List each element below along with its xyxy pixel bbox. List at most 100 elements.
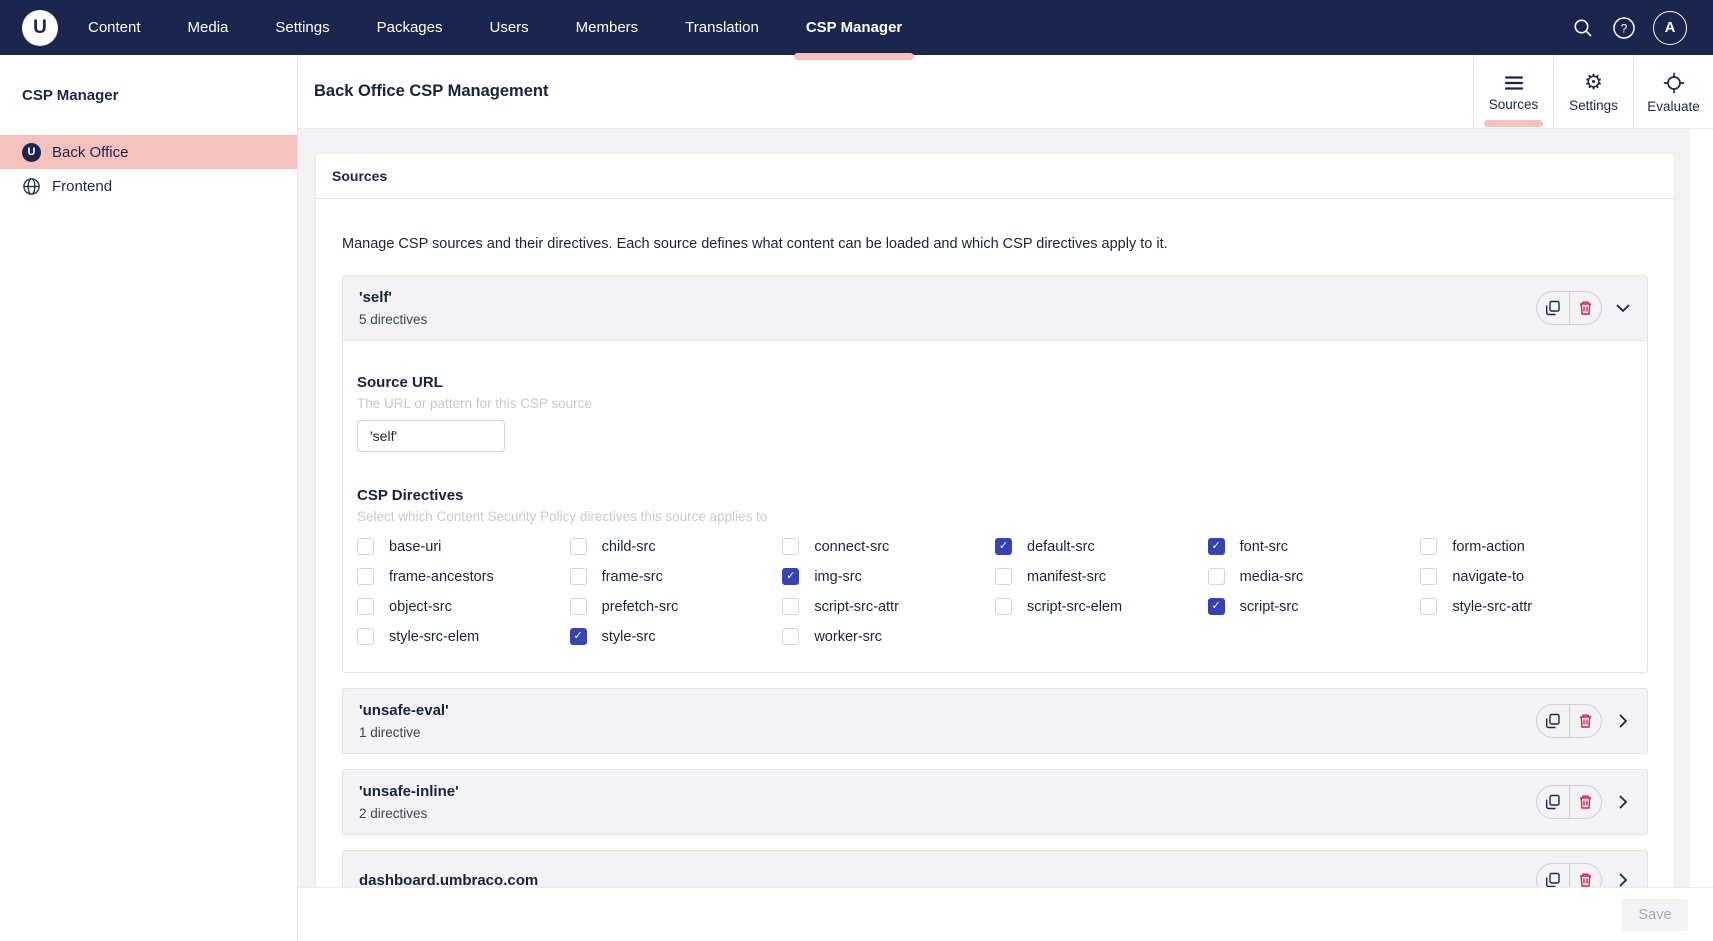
delete-source-button[interactable] <box>1569 786 1601 818</box>
card-action-group <box>1536 291 1602 325</box>
directive-label: connect-src <box>814 538 890 555</box>
directive-label: script-src-elem <box>1027 598 1123 615</box>
delete-source-button[interactable] <box>1569 864 1601 887</box>
globe-icon <box>22 177 41 196</box>
sidebar-list: U Back Office Frontend <box>0 135 297 203</box>
umbraco-logo-icon: U <box>22 142 41 162</box>
app-window: U Content Media Settings Packages Users … <box>0 0 1713 941</box>
csp-directives-label: CSP Directives <box>357 487 464 504</box>
nav-item-media[interactable]: Media <box>188 0 229 55</box>
checkbox-unchecked-icon[interactable] <box>1420 568 1438 585</box>
checkbox-checked-icon[interactable]: ✓ <box>569 628 587 645</box>
directive-option-style-src: ✓ style-src <box>569 627 783 646</box>
list-icon <box>1503 74 1525 92</box>
sidebar-item-back-office[interactable]: U Back Office <box>0 135 297 169</box>
trash-icon <box>1578 300 1593 316</box>
copy-source-button[interactable] <box>1537 864 1569 887</box>
svg-text:?: ? <box>1621 21 1628 35</box>
user-avatar[interactable]: A <box>1653 10 1687 45</box>
directive-label: script-src <box>1239 598 1299 615</box>
directive-option-connect-src: connect-src <box>782 537 995 556</box>
checkbox-checked-icon[interactable]: ✓ <box>782 568 800 585</box>
checkbox-unchecked-icon[interactable] <box>782 598 800 615</box>
nav-item-content[interactable]: Content <box>88 0 141 55</box>
source-card-header[interactable]: 'self' 5 directives <box>343 276 1647 340</box>
checkbox-unchecked-icon[interactable] <box>1420 598 1438 615</box>
card-action-group <box>1536 785 1602 819</box>
chevron-right-icon[interactable] <box>1615 713 1631 729</box>
nav-item-translation[interactable]: Translation <box>685 0 759 55</box>
checkbox-unchecked-icon[interactable] <box>357 628 374 645</box>
delete-source-button[interactable] <box>1569 705 1601 737</box>
sidebar-item-frontend[interactable]: Frontend <box>0 169 297 203</box>
source-card-header[interactable]: 'unsafe-inline' 2 directives <box>343 770 1647 834</box>
source-card-body: Source URL The URL or pattern for this C… <box>343 340 1647 672</box>
checkbox-checked-icon[interactable]: ✓ <box>995 538 1012 555</box>
source-card-unsafe-eval: 'unsafe-eval' 1 directive <box>342 688 1648 754</box>
chevron-down-icon[interactable] <box>1615 300 1631 316</box>
source-directive-count: 5 directives <box>359 312 428 327</box>
gear-icon: ⚙ <box>1584 71 1603 94</box>
directive-label: style-src-elem <box>389 628 480 645</box>
source-card-header[interactable]: 'unsafe-eval' 1 directive <box>343 689 1647 753</box>
save-button[interactable]: Save <box>1622 899 1688 931</box>
directive-label: object-src <box>389 598 452 615</box>
chevron-right-icon[interactable] <box>1615 794 1631 810</box>
nav-item-packages[interactable]: Packages <box>377 0 443 55</box>
tab-evaluate[interactable]: Evaluate <box>1633 55 1713 129</box>
source-name: 'unsafe-inline' <box>359 783 459 800</box>
copy-icon <box>1545 713 1561 729</box>
checkbox-unchecked-icon[interactable] <box>995 568 1012 585</box>
umbraco-logo-icon[interactable]: U <box>22 9 58 46</box>
source-card-dashboard-umbraco-com: dashboard.umbraco.com <box>342 850 1648 887</box>
checkbox-unchecked-icon[interactable] <box>1207 568 1225 585</box>
nav-item-csp-manager[interactable]: CSP Manager <box>793 0 915 60</box>
directive-label: child-src <box>601 538 656 555</box>
source-card-unsafe-inline: 'unsafe-inline' 2 directives <box>342 769 1648 835</box>
copy-icon <box>1545 794 1561 810</box>
checkbox-checked-icon[interactable]: ✓ <box>1207 598 1225 615</box>
source-card-header[interactable]: dashboard.umbraco.com <box>343 851 1647 887</box>
checkbox-unchecked-icon[interactable] <box>1420 538 1438 555</box>
chevron-right-icon[interactable] <box>1615 872 1631 887</box>
search-icon[interactable] <box>1571 16 1595 40</box>
csp-directives-hint: Select which Content Security Policy dir… <box>357 509 768 524</box>
directive-option-frame-src: frame-src <box>569 567 783 586</box>
checkbox-checked-icon[interactable]: ✓ <box>1207 538 1225 555</box>
checkbox-unchecked-icon[interactable] <box>357 568 374 585</box>
directive-label: media-src <box>1239 568 1304 585</box>
directive-label: worker-src <box>814 628 882 645</box>
content-scroll-area[interactable]: Sources Manage CSP sources and their dir… <box>298 129 1690 887</box>
directive-label: navigate-to <box>1452 568 1525 585</box>
checkbox-unchecked-icon[interactable] <box>569 568 587 585</box>
help-icon[interactable]: ? <box>1612 16 1636 40</box>
directives-grid: base-uri child-src connect-src ✓ default-src… <box>357 537 1633 646</box>
directive-option-script-src-attr: script-src-attr <box>782 597 995 616</box>
sources-description: Manage CSP sources and their directives.… <box>342 236 1168 252</box>
directive-label: style-src-attr <box>1452 598 1533 615</box>
checkbox-unchecked-icon[interactable] <box>569 538 587 555</box>
checkbox-unchecked-icon[interactable] <box>569 598 587 615</box>
target-icon <box>1663 72 1685 94</box>
nav-item-settings[interactable]: Settings <box>275 0 329 55</box>
checkbox-unchecked-icon[interactable] <box>995 598 1012 615</box>
directive-option-navigate-to: navigate-to <box>1420 567 1633 586</box>
tab-sources[interactable]: Sources <box>1473 55 1553 129</box>
tab-settings[interactable]: ⚙ Settings <box>1553 55 1633 129</box>
source-url-hint: The URL or pattern for this CSP source <box>357 396 592 411</box>
source-url-input[interactable] <box>357 420 505 452</box>
delete-source-button[interactable] <box>1569 292 1601 324</box>
source-url-label: Source URL <box>357 374 443 391</box>
nav-item-users[interactable]: Users <box>489 0 528 55</box>
directive-option-manifest-src: manifest-src <box>995 567 1208 586</box>
checkbox-unchecked-icon[interactable] <box>357 538 374 555</box>
checkbox-unchecked-icon[interactable] <box>782 538 800 555</box>
nav-item-members[interactable]: Members <box>576 0 639 55</box>
top-nav-menu: Content Media Settings Packages Users Me… <box>88 0 915 60</box>
sidebar-item-label: Back Office <box>52 143 129 161</box>
checkbox-unchecked-icon[interactable] <box>357 598 374 615</box>
copy-source-button[interactable] <box>1537 292 1569 324</box>
checkbox-unchecked-icon[interactable] <box>782 628 800 645</box>
copy-source-button[interactable] <box>1537 705 1569 737</box>
copy-source-button[interactable] <box>1537 786 1569 818</box>
